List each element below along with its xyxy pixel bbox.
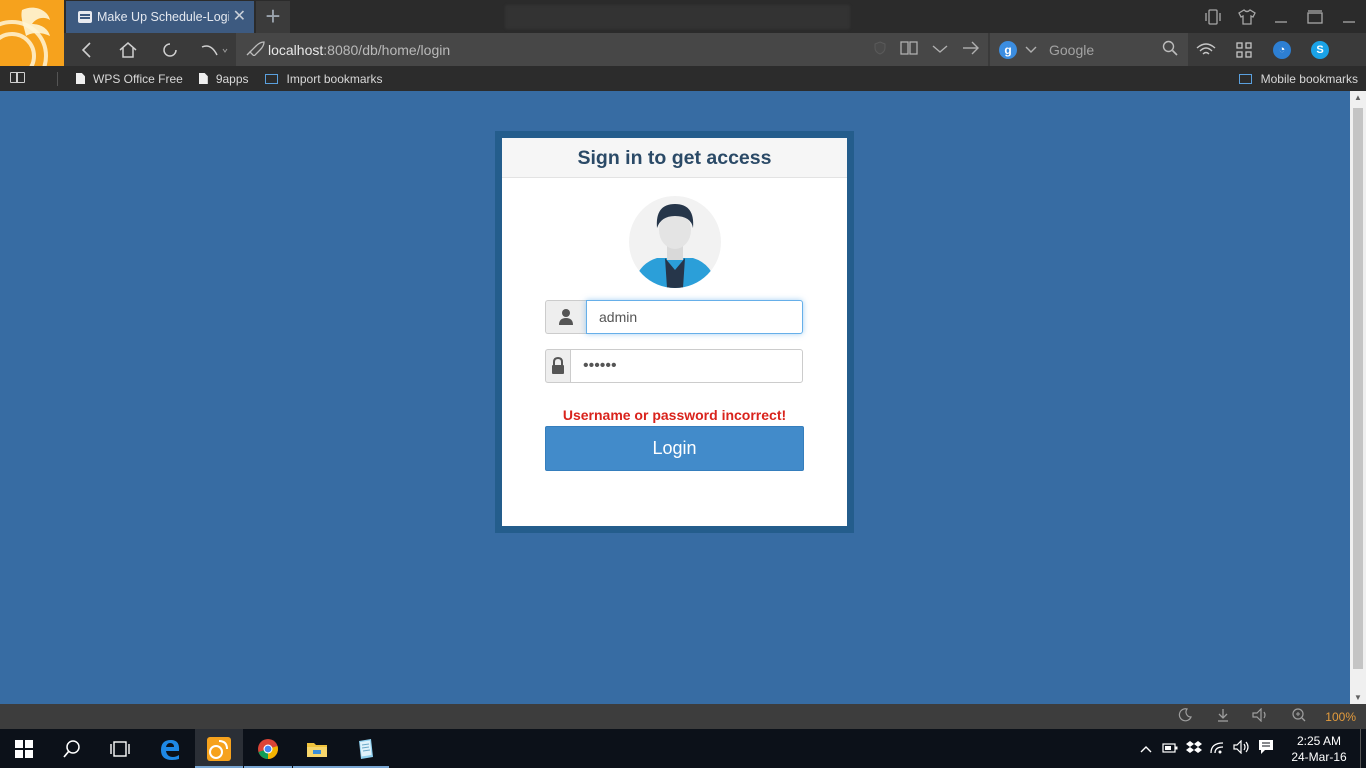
search-input[interactable]: Google xyxy=(1049,42,1162,58)
login-button[interactable]: Login xyxy=(545,426,804,471)
network-icon[interactable] xyxy=(1206,740,1230,757)
window-controls xyxy=(1196,0,1366,33)
bookmark-label: Import bookmarks xyxy=(286,71,383,86)
vpn-icon[interactable]: ◔ xyxy=(1268,33,1296,66)
scroll-down-icon[interactable]: ▼ xyxy=(1350,693,1366,702)
mobile-bookmarks-label: Mobile bookmarks xyxy=(1260,71,1358,86)
password-input[interactable] xyxy=(570,349,803,383)
lock-icon xyxy=(545,349,570,383)
login-title: Sign in to get access xyxy=(502,138,847,178)
bookmark-label: WPS Office Free xyxy=(93,71,183,86)
speaker-icon[interactable] xyxy=(1230,739,1254,757)
file-explorer-icon[interactable] xyxy=(293,729,341,768)
doc-icon xyxy=(198,73,208,84)
wifi-icon[interactable] xyxy=(1192,33,1220,66)
chrome-icon[interactable] xyxy=(244,729,292,768)
doc-icon xyxy=(76,73,85,84)
username-field xyxy=(545,300,803,334)
import-icon xyxy=(264,73,278,84)
minimize-icon[interactable] xyxy=(1264,0,1298,33)
back-icon[interactable] xyxy=(70,33,102,66)
clock-date: 24-Mar-16 xyxy=(1291,749,1347,764)
grid-icon[interactable] xyxy=(1230,33,1258,66)
go-icon[interactable] xyxy=(962,41,980,59)
browser-status-bar: 100% xyxy=(0,704,1366,729)
shield-icon[interactable] xyxy=(874,40,886,59)
bookmark-import[interactable]: Import bookmarks xyxy=(264,71,383,86)
clock[interactable]: 2:25 AM 24-Mar-16 xyxy=(1286,733,1352,765)
skype-icon[interactable]: S xyxy=(1306,33,1334,66)
page-content: Sign in to get access admin •••••• Usern… xyxy=(0,91,1350,704)
tab-make-up-schedule-login[interactable]: Make Up Schedule-Login ✕ xyxy=(66,1,254,33)
address-bar[interactable]: localhost:8080/db/home/login xyxy=(236,33,988,66)
divider xyxy=(57,71,58,86)
task-view-icon[interactable] xyxy=(96,729,144,768)
bookmark-9apps[interactable]: 9apps xyxy=(198,71,249,86)
avatar xyxy=(629,196,721,288)
tab-favicon-icon xyxy=(78,11,92,23)
search-box[interactable]: g Google xyxy=(990,33,1188,66)
clock-time: 2:25 AM xyxy=(1296,733,1342,748)
new-tab-button[interactable]: + xyxy=(256,1,290,33)
login-panel: Sign in to get access admin •••••• Usern… xyxy=(495,131,854,533)
url-path: :8080/db/home/login xyxy=(323,41,451,58)
zoom-icon[interactable] xyxy=(1287,708,1311,725)
bookmarks-panel-icon[interactable] xyxy=(10,71,25,86)
bookmark-wps-office[interactable]: WPS Office Free xyxy=(76,72,183,86)
bookmark-label: 9apps xyxy=(215,71,249,86)
search-engine-icon[interactable]: g xyxy=(999,40,1017,59)
reload-icon[interactable] xyxy=(154,33,186,66)
user-icon xyxy=(545,300,586,334)
dropdown-icon[interactable] xyxy=(932,41,948,58)
search-engine-dropdown-icon[interactable] xyxy=(1025,43,1037,57)
uc-browser-icon[interactable] xyxy=(195,729,243,768)
windows-taskbar: 2:25 AM 24-Mar-16 xyxy=(0,729,1366,768)
error-message: Username or password incorrect! xyxy=(562,407,787,423)
uc-browser-logo[interactable] xyxy=(0,0,64,66)
tab-bar: Make Up Schedule-Login ✕ + xyxy=(0,0,1366,66)
mobile-bookmarks[interactable]: Mobile bookmarks xyxy=(1238,71,1358,86)
show-hidden-icons-icon[interactable] xyxy=(1134,741,1158,756)
undo-icon[interactable] xyxy=(194,33,234,66)
url-host: localhost xyxy=(268,41,324,58)
battery-icon[interactable] xyxy=(1158,741,1182,756)
tab-close-icon[interactable]: ✕ xyxy=(233,9,246,25)
close-window-icon[interactable] xyxy=(1332,0,1366,33)
maximize-icon[interactable] xyxy=(1298,0,1332,33)
skin-shirt-icon[interactable] xyxy=(1230,0,1264,33)
username-input[interactable] xyxy=(586,300,803,334)
rocket-icon[interactable] xyxy=(246,40,266,59)
download-icon[interactable] xyxy=(1211,708,1235,725)
zoom-level[interactable]: 100% xyxy=(1325,710,1356,724)
bookmarks-bar: WPS Office Free 9apps Import bookmarks M… xyxy=(0,66,1366,91)
start-icon[interactable] xyxy=(0,729,48,768)
home-icon[interactable] xyxy=(112,33,144,66)
url-text[interactable]: localhost:8080/db/home/login xyxy=(268,42,450,58)
edge-icon[interactable] xyxy=(146,729,194,768)
address-tools xyxy=(874,33,980,66)
mobile-view-icon[interactable] xyxy=(1196,0,1230,33)
navigation-bar: localhost:8080/db/home/login g Google ◔ … xyxy=(0,33,1366,66)
search-icon[interactable] xyxy=(48,729,96,768)
scroll-up-icon[interactable]: ▲ xyxy=(1350,93,1366,102)
window-title-area xyxy=(505,5,850,29)
toolbar-right: ◔ S xyxy=(1192,33,1334,66)
system-tray: 2:25 AM 24-Mar-16 xyxy=(1134,729,1366,768)
tab-title: Make Up Schedule-Login xyxy=(97,10,229,24)
notepad-icon[interactable] xyxy=(341,729,389,768)
login-card: Sign in to get access admin •••••• Usern… xyxy=(502,138,847,526)
password-field xyxy=(545,349,803,383)
action-center-icon[interactable] xyxy=(1254,739,1278,758)
vertical-scrollbar[interactable]: ▲ ▼ xyxy=(1350,91,1366,704)
night-mode-icon[interactable] xyxy=(1173,708,1197,725)
reader-icon[interactable] xyxy=(900,40,918,59)
show-desktop-button[interactable] xyxy=(1360,729,1366,768)
mobile-bookmarks-icon xyxy=(1238,73,1252,84)
scrollbar-thumb[interactable] xyxy=(1353,108,1363,669)
volume-icon[interactable] xyxy=(1249,707,1273,725)
search-icon[interactable] xyxy=(1162,40,1178,60)
dropbox-icon[interactable] xyxy=(1182,740,1206,757)
